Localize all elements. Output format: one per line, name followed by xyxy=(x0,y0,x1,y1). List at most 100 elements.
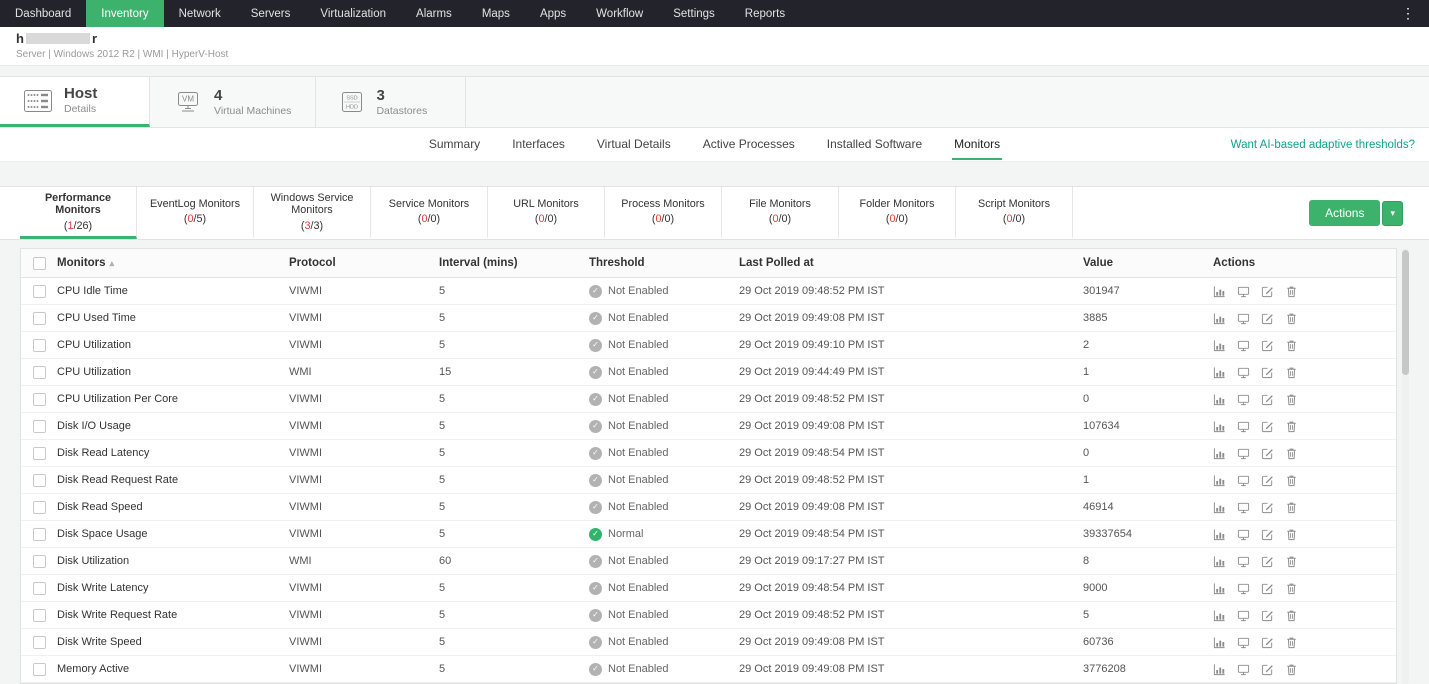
monitor-tab-script-monitors[interactable]: Script Monitors (0/0) xyxy=(956,187,1073,239)
graph-icon[interactable] xyxy=(1213,339,1226,352)
monitor-icon[interactable] xyxy=(1237,447,1250,460)
row-checkbox[interactable] xyxy=(33,636,46,649)
delete-icon[interactable] xyxy=(1285,285,1298,298)
monitor-tab-folder-monitors[interactable]: Folder Monitors (0/0) xyxy=(839,187,956,239)
edit-icon[interactable] xyxy=(1261,366,1274,379)
graph-icon[interactable] xyxy=(1213,393,1226,406)
graph-icon[interactable] xyxy=(1213,528,1226,541)
edit-icon[interactable] xyxy=(1261,312,1274,325)
edit-icon[interactable] xyxy=(1261,420,1274,433)
edit-icon[interactable] xyxy=(1261,339,1274,352)
col-value[interactable]: Value xyxy=(1083,257,1213,269)
delete-icon[interactable] xyxy=(1285,609,1298,622)
caret-down-icon[interactable]: ▾ xyxy=(1382,201,1403,226)
graph-icon[interactable] xyxy=(1213,312,1226,325)
select-all-checkbox[interactable] xyxy=(33,257,46,270)
nav-item-network[interactable]: Network xyxy=(164,0,236,27)
nav-item-apps[interactable]: Apps xyxy=(525,0,581,27)
monitor-name[interactable]: CPU Utilization xyxy=(57,339,289,351)
edit-icon[interactable] xyxy=(1261,582,1274,595)
vertical-scrollbar[interactable] xyxy=(1402,248,1409,684)
col-threshold[interactable]: Threshold xyxy=(589,257,739,269)
delete-icon[interactable] xyxy=(1285,555,1298,568)
col-protocol[interactable]: Protocol xyxy=(289,257,439,269)
monitor-icon[interactable] xyxy=(1237,312,1250,325)
row-checkbox[interactable] xyxy=(33,555,46,568)
graph-icon[interactable] xyxy=(1213,420,1226,433)
monitor-name[interactable]: Disk Space Usage xyxy=(57,528,289,540)
edit-icon[interactable] xyxy=(1261,474,1274,487)
row-checkbox[interactable] xyxy=(33,582,46,595)
delete-icon[interactable] xyxy=(1285,474,1298,487)
delete-icon[interactable] xyxy=(1285,393,1298,406)
monitor-icon[interactable] xyxy=(1237,636,1250,649)
graph-icon[interactable] xyxy=(1213,501,1226,514)
graph-icon[interactable] xyxy=(1213,582,1226,595)
monitor-name[interactable]: Disk Write Request Rate xyxy=(57,609,289,621)
card-virtual-machines[interactable]: VM 4 Virtual Machines xyxy=(150,77,316,127)
edit-icon[interactable] xyxy=(1261,528,1274,541)
nav-item-settings[interactable]: Settings xyxy=(658,0,730,27)
card-host-details[interactable]: Host Details xyxy=(0,77,150,127)
card-datastores[interactable]: SSD HDD 3 Datastores xyxy=(316,77,466,127)
delete-icon[interactable] xyxy=(1285,501,1298,514)
monitor-icon[interactable] xyxy=(1237,663,1250,676)
delete-icon[interactable] xyxy=(1285,582,1298,595)
row-checkbox[interactable] xyxy=(33,447,46,460)
kebab-menu-icon[interactable]: ⋮ xyxy=(1387,0,1429,27)
monitor-name[interactable]: CPU Utilization Per Core xyxy=(57,393,289,405)
monitor-name[interactable]: Disk Write Latency xyxy=(57,582,289,594)
col-interval[interactable]: Interval (mins) xyxy=(439,257,589,269)
edit-icon[interactable] xyxy=(1261,663,1274,676)
delete-icon[interactable] xyxy=(1285,663,1298,676)
nav-item-virtualization[interactable]: Virtualization xyxy=(305,0,401,27)
row-checkbox[interactable] xyxy=(33,663,46,676)
monitor-name[interactable]: Disk Read Latency xyxy=(57,447,289,459)
nav-item-dashboard[interactable]: Dashboard xyxy=(0,0,86,27)
monitor-icon[interactable] xyxy=(1237,366,1250,379)
actions-button[interactable]: Actions xyxy=(1309,200,1380,226)
monitor-tab-performance-monitors[interactable]: Performance Monitors (1/26) xyxy=(20,187,137,239)
nav-item-alarms[interactable]: Alarms xyxy=(401,0,467,27)
monitor-name[interactable]: CPU Idle Time xyxy=(57,285,289,297)
monitor-name[interactable]: CPU Used Time xyxy=(57,312,289,324)
ai-thresholds-link[interactable]: Want AI-based adaptive thresholds? xyxy=(1231,139,1415,151)
monitor-icon[interactable] xyxy=(1237,285,1250,298)
row-checkbox[interactable] xyxy=(33,528,46,541)
delete-icon[interactable] xyxy=(1285,528,1298,541)
monitor-name[interactable]: Disk Read Request Rate xyxy=(57,474,289,486)
monitor-name[interactable]: Disk Utilization xyxy=(57,555,289,567)
row-checkbox[interactable] xyxy=(33,285,46,298)
row-checkbox[interactable] xyxy=(33,501,46,514)
monitor-name[interactable]: Memory Active xyxy=(57,663,289,675)
monitor-tab-eventlog-monitors[interactable]: EventLog Monitors (0/5) xyxy=(137,187,254,239)
tab-summary[interactable]: Summary xyxy=(427,129,482,160)
graph-icon[interactable] xyxy=(1213,474,1226,487)
scrollbar-thumb[interactable] xyxy=(1402,250,1409,375)
monitor-icon[interactable] xyxy=(1237,474,1250,487)
graph-icon[interactable] xyxy=(1213,447,1226,460)
monitor-icon[interactable] xyxy=(1237,582,1250,595)
delete-icon[interactable] xyxy=(1285,420,1298,433)
monitor-name[interactable]: CPU Utilization xyxy=(57,366,289,378)
row-checkbox[interactable] xyxy=(33,609,46,622)
nav-item-inventory[interactable]: Inventory xyxy=(86,0,163,27)
row-checkbox[interactable] xyxy=(33,393,46,406)
delete-icon[interactable] xyxy=(1285,339,1298,352)
tab-monitors[interactable]: Monitors xyxy=(952,129,1002,160)
monitor-icon[interactable] xyxy=(1237,393,1250,406)
monitor-icon[interactable] xyxy=(1237,609,1250,622)
monitor-tab-url-monitors[interactable]: URL Monitors (0/0) xyxy=(488,187,605,239)
tab-installed-software[interactable]: Installed Software xyxy=(825,129,924,160)
monitor-tab-file-monitors[interactable]: File Monitors (0/0) xyxy=(722,187,839,239)
edit-icon[interactable] xyxy=(1261,447,1274,460)
delete-icon[interactable] xyxy=(1285,447,1298,460)
col-monitors[interactable]: Monitors▴ xyxy=(57,257,289,269)
graph-icon[interactable] xyxy=(1213,285,1226,298)
row-checkbox[interactable] xyxy=(33,312,46,325)
tab-interfaces[interactable]: Interfaces xyxy=(510,129,567,160)
monitor-icon[interactable] xyxy=(1237,339,1250,352)
edit-icon[interactable] xyxy=(1261,636,1274,649)
nav-item-workflow[interactable]: Workflow xyxy=(581,0,658,27)
col-last-polled[interactable]: Last Polled at xyxy=(739,257,1083,269)
